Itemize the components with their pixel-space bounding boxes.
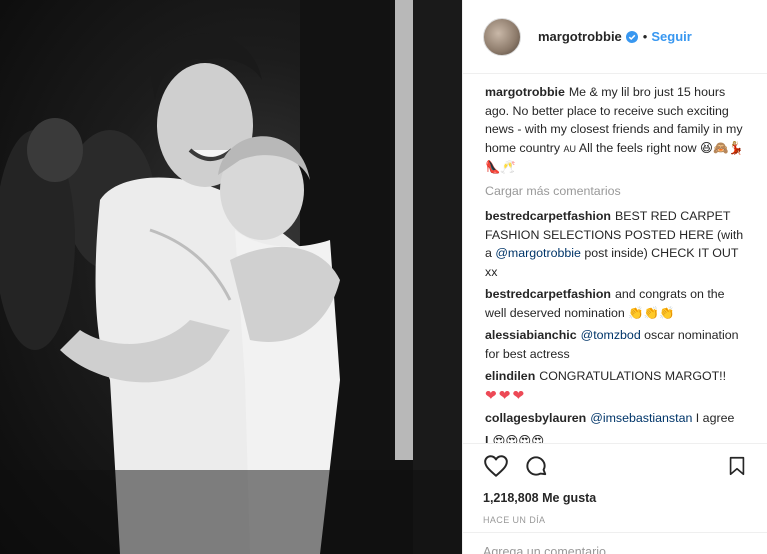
comment-username[interactable]: l xyxy=(485,434,488,444)
caption-username[interactable]: margotrobbie xyxy=(485,85,565,99)
comment-input[interactable] xyxy=(483,545,748,554)
list-item: collagesbylauren @imsebastianstan I agree xyxy=(485,409,747,428)
caption-suffix: All the feels right now xyxy=(578,140,697,155)
likes-count[interactable]: 1,218,808 Me gusta xyxy=(483,491,748,505)
comment-text: I agree xyxy=(692,411,735,425)
list-item: l 😍😍😍😍 xyxy=(485,432,747,444)
action-icons xyxy=(483,452,748,480)
load-more-comments-link[interactable]: Cargar más comentarios xyxy=(485,182,747,201)
post-photo[interactable] xyxy=(0,0,462,554)
post-actions: 1,218,808 Me gusta HACE UN DÍA xyxy=(463,443,767,525)
list-item: alessiabianchic @tomzbod oscar nomination… xyxy=(485,326,747,363)
bookmark-icon[interactable] xyxy=(726,453,748,479)
comment-mention[interactable]: @imsebastianstan xyxy=(590,411,692,425)
heart-outline-icon[interactable] xyxy=(483,453,509,479)
comment-mention[interactable]: @margotrobbie xyxy=(495,246,581,260)
comment-username[interactable]: collagesbylauren xyxy=(485,411,586,425)
post-header: margotrobbie • Seguir xyxy=(463,0,767,74)
au-flag-icon: AU xyxy=(563,143,577,154)
comment-text: CONGRATULATIONS MARGOT!! xyxy=(539,369,727,383)
speech-bubble-icon[interactable] xyxy=(523,453,549,479)
comment-emojis: 😍😍😍😍 xyxy=(492,433,545,444)
comment-mention[interactable]: @tomzbod xyxy=(581,328,641,342)
photo-illustration xyxy=(0,0,462,554)
comment-username[interactable]: alessiabianchic xyxy=(485,328,577,342)
comment-username[interactable]: elindilen xyxy=(485,369,535,383)
post-timestamp: HACE UN DÍA xyxy=(483,515,546,525)
red-hearts-icon: ❤❤❤ xyxy=(485,386,527,403)
list-item: bestredcarpetfashion BEST RED CARPET FASH… xyxy=(485,207,747,281)
comment-username[interactable]: bestredcarpetfashion xyxy=(485,287,611,301)
verified-badge-icon xyxy=(625,30,638,43)
add-comment-bar xyxy=(463,532,767,554)
separator-dot: • xyxy=(642,29,648,44)
list-item: elindilen CONGRATULATIONS MARGOT!! ❤❤❤ xyxy=(485,367,747,405)
follow-button[interactable]: Seguir xyxy=(651,29,691,44)
post-details-panel: margotrobbie • Seguir margotrobbie Me & m… xyxy=(462,0,767,554)
comments-list[interactable]: margotrobbie Me & my lil bro just 15 hour… xyxy=(485,83,747,443)
avatar[interactable] xyxy=(483,17,521,56)
list-item: bestredcarpetfashion and congrats on the … xyxy=(485,285,747,322)
header-username[interactable]: margotrobbie xyxy=(538,29,622,44)
caption: margotrobbie Me & my lil bro just 15 hour… xyxy=(485,83,747,177)
clap-emojis: 👏👏👏 xyxy=(628,305,675,320)
comment-username[interactable]: bestredcarpetfashion xyxy=(485,209,611,223)
